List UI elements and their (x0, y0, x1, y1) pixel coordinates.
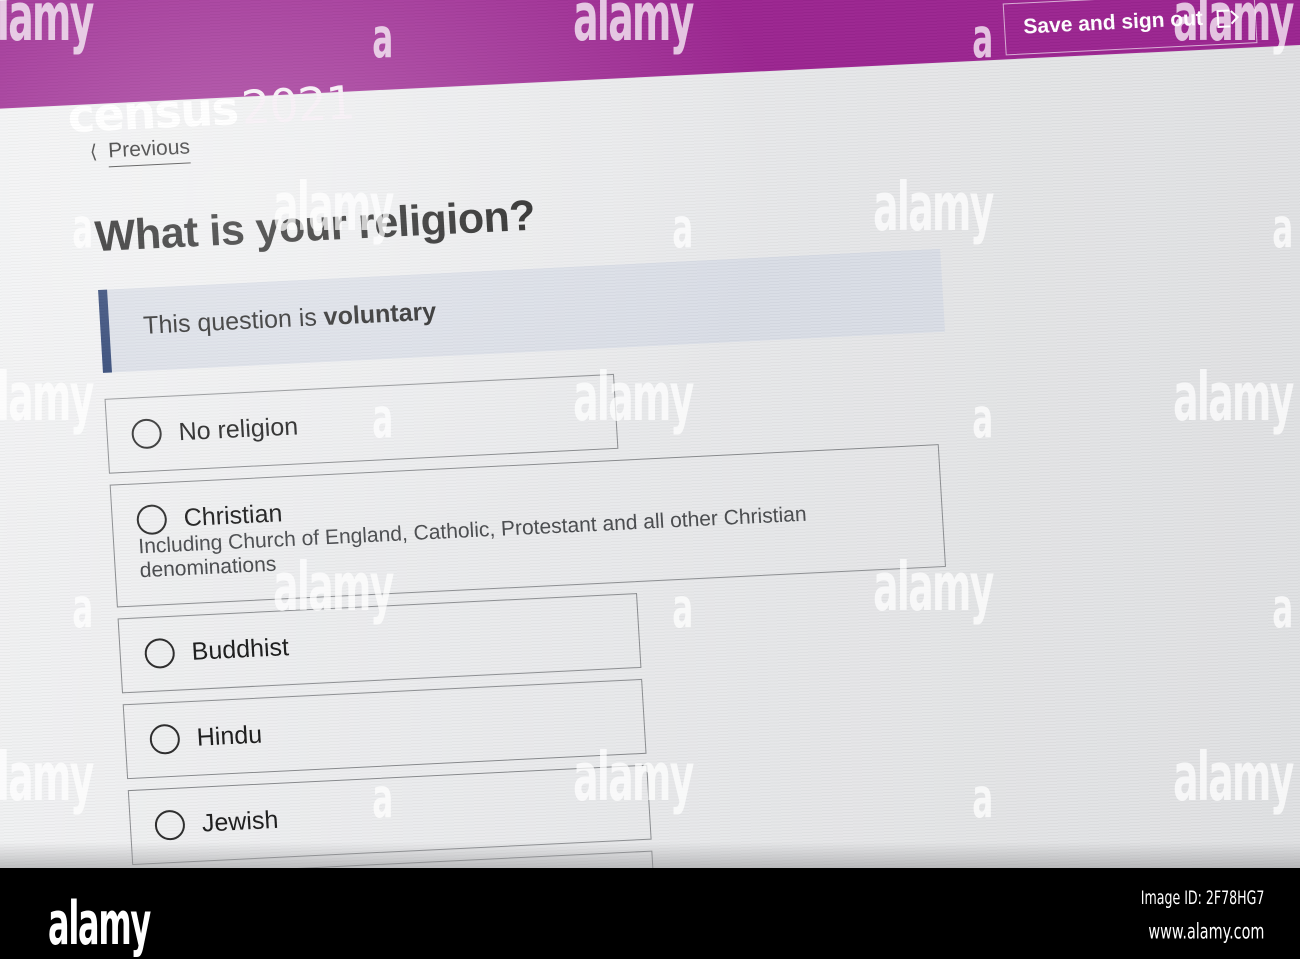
question-page-content: ⟨ Previous What is your religion? This q… (89, 91, 1142, 868)
census-header-banner: census2021 Save and sign out (0, 0, 1300, 143)
option-row: Buddhist (143, 616, 617, 670)
option-label: Buddhist (190, 632, 290, 666)
radio-icon[interactable] (143, 637, 176, 670)
option-hindu[interactable]: Hindu (122, 678, 647, 780)
radio-icon[interactable] (135, 504, 168, 536)
alamy-logo: alamy (48, 890, 151, 959)
voluntary-notice: This question is voluntary (98, 248, 946, 373)
radio-icon[interactable] (148, 723, 181, 756)
voluntary-prefix: This question is (142, 303, 325, 340)
option-no-religion[interactable]: No religion (104, 374, 619, 474)
screen-surface: https://eq.census.gov.uk/questionnaire/ … (0, 0, 1300, 868)
image-id-text: Image ID: 2F78HG7 (1140, 888, 1264, 910)
voluntary-emphasis: voluntary (322, 297, 437, 332)
option-label: No religion (177, 412, 299, 446)
option-jewish[interactable]: Jewish (127, 764, 652, 866)
monitor-photograph: https://eq.census.gov.uk/questionnaire/ … (0, 0, 1300, 868)
page-title: What is your religion? (93, 191, 537, 262)
radio-icon[interactable] (130, 418, 163, 450)
previous-link[interactable]: ⟨ Previous (89, 135, 191, 168)
option-label: Hindu (195, 720, 263, 752)
screen-background: https://eq.census.gov.uk/questionnaire/ … (0, 0, 1300, 868)
option-label: Christian (182, 498, 284, 532)
sign-out-icon (1216, 8, 1237, 27)
option-label: Jewish (201, 805, 280, 838)
option-row: Hindu (148, 702, 622, 756)
stock-photo-footer: alamy Image ID: 2F78HG7 www.alamy.com (0, 868, 1300, 959)
option-buddhist[interactable]: Buddhist (117, 593, 642, 694)
option-christian[interactable]: Christian Including Church of England, C… (109, 444, 946, 608)
previous-link-label: Previous (107, 135, 191, 168)
option-row: Jewish (154, 788, 627, 841)
radio-icon[interactable] (154, 809, 186, 841)
footer-meta: Image ID: 2F78HG7 www.alamy.com (1127, 888, 1264, 944)
save-and-sign-out-label: Save and sign out (1022, 6, 1204, 39)
save-and-sign-out-button[interactable]: Save and sign out (1002, 0, 1258, 56)
voluntary-notice-text: This question is voluntary (142, 298, 436, 340)
logo-year: 2021 (239, 75, 356, 135)
option-row: No religion (130, 397, 594, 450)
alamy-url-text: www.alamy.com (1147, 918, 1264, 944)
religion-radio-group: No religion Christian Including Church o… (104, 350, 1142, 868)
chevron-left-icon: ⟨ (89, 141, 98, 164)
